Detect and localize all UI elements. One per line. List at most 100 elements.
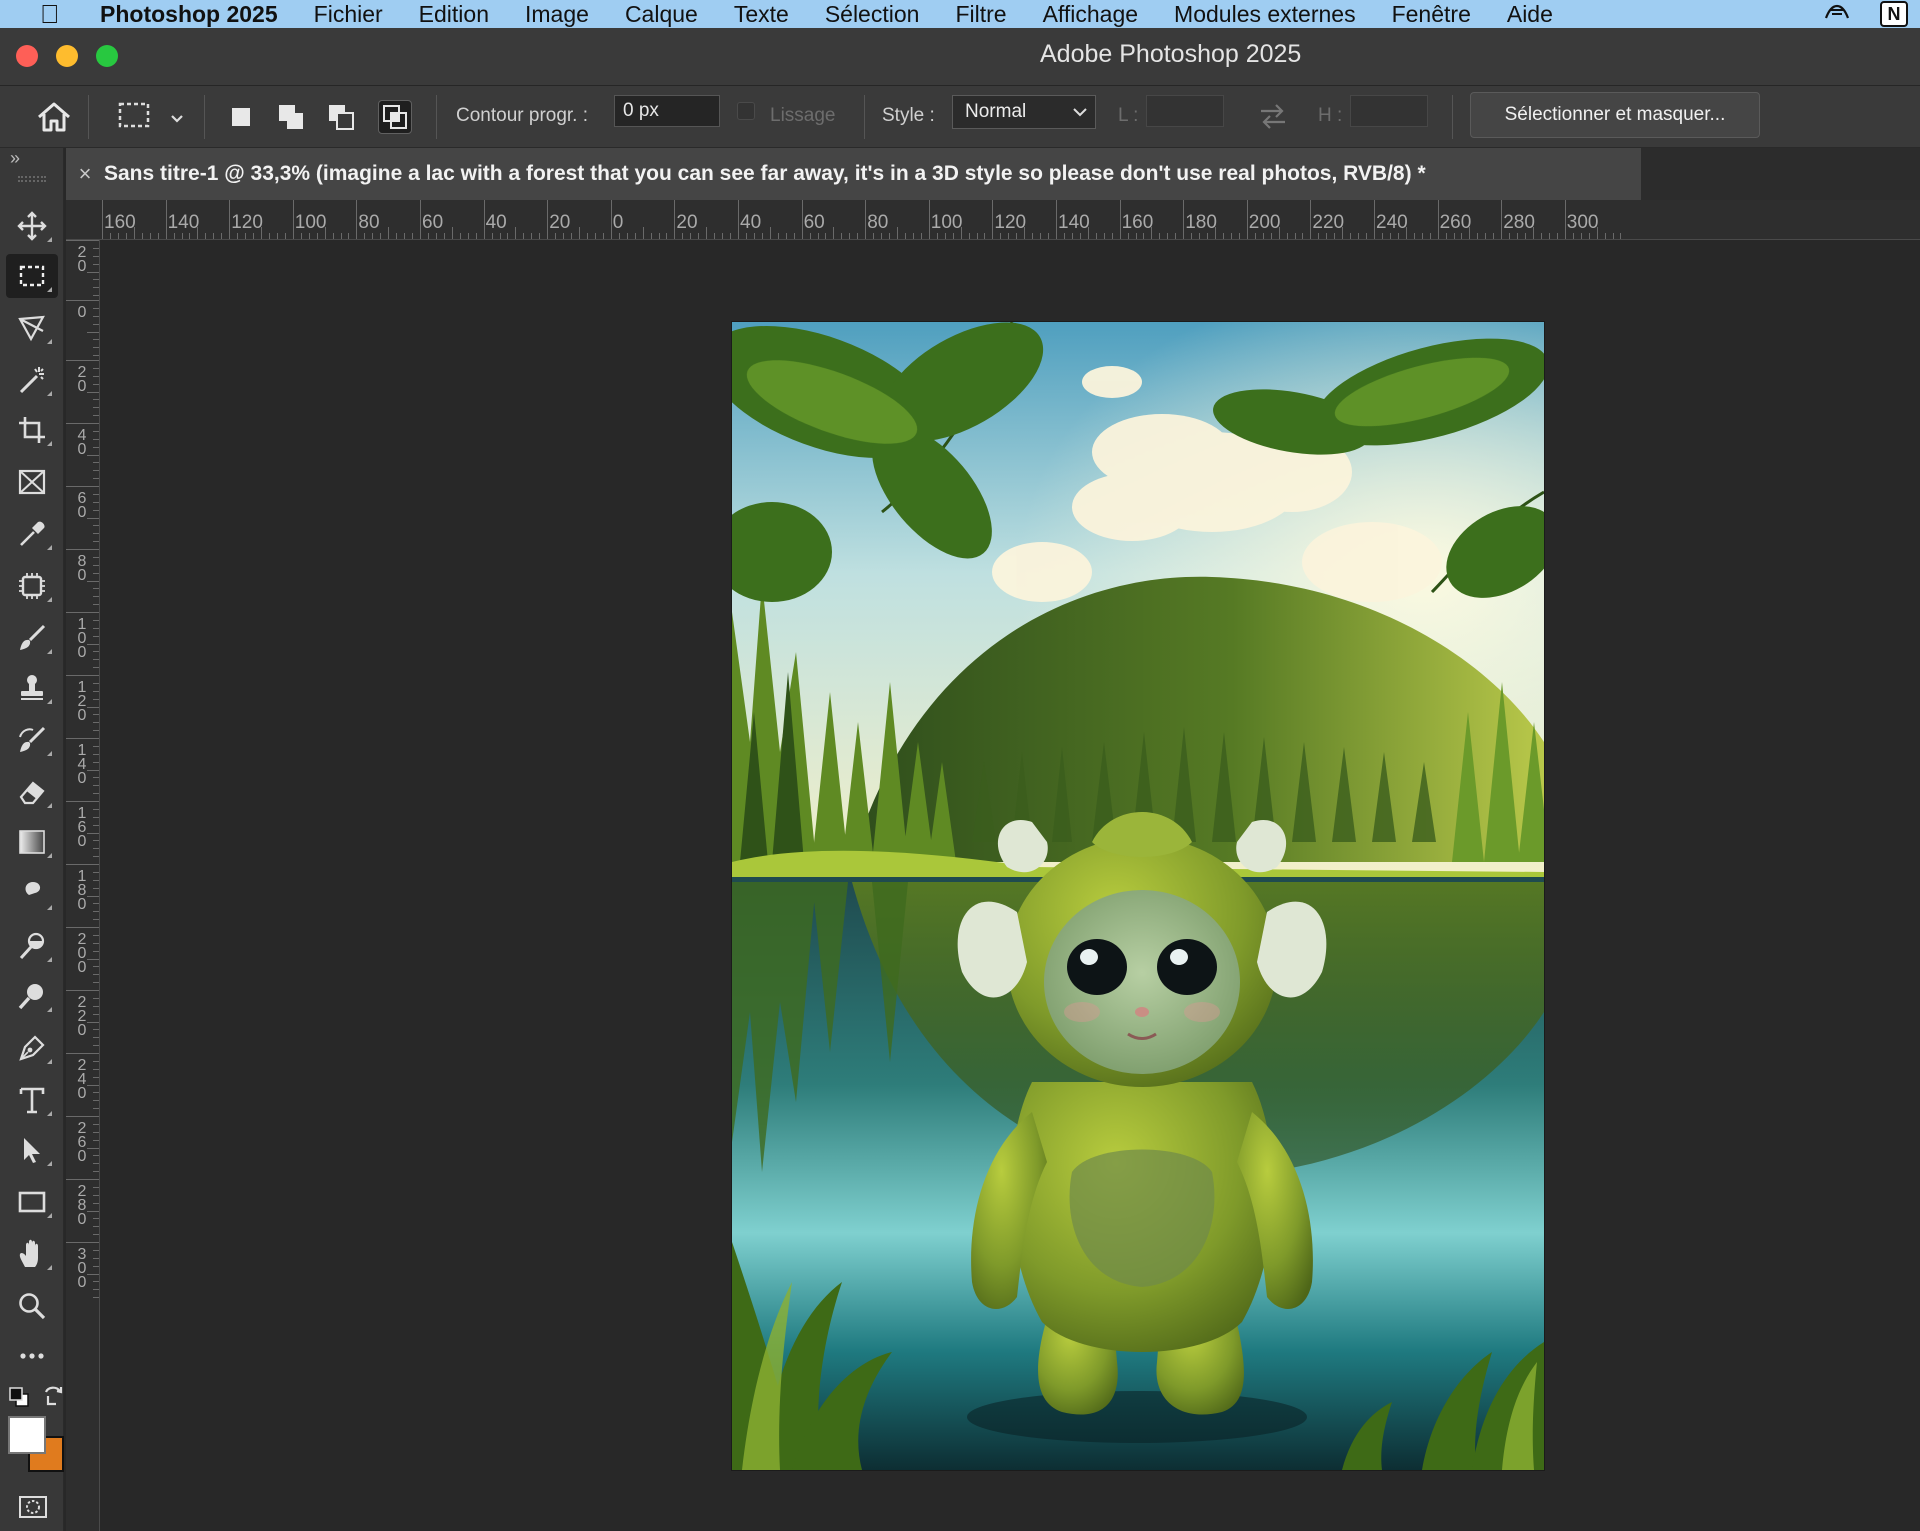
close-tab-icon[interactable]: ×: [66, 161, 104, 187]
antialias-checkbox[interactable]: [737, 102, 755, 120]
blur-tool[interactable]: [6, 872, 58, 916]
ruler-minor-tick: [93, 1257, 99, 1259]
close-window-button[interactable]: [16, 45, 38, 67]
pen-tool[interactable]: [6, 1026, 58, 1070]
history-brush-icon: [19, 726, 46, 752]
marquee-preset-picker[interactable]: [116, 100, 186, 140]
ruler-minor-tick: [93, 777, 99, 779]
frame-tool[interactable]: [6, 460, 58, 504]
panel-grip[interactable]: [18, 176, 46, 182]
ruler-minor-tick: [1095, 233, 1097, 239]
swap-width-height-button[interactable]: [1258, 102, 1288, 136]
ruler-minor-tick: [968, 233, 970, 239]
crop-tool[interactable]: [6, 408, 58, 452]
ruler-major-tick: [66, 1179, 99, 1180]
menu-edition[interactable]: Edition: [419, 1, 489, 28]
subtract-from-selection-button[interactable]: [324, 100, 358, 134]
ruler-minor-tick: [857, 233, 859, 239]
style-select[interactable]: Normal: [952, 95, 1096, 129]
ruler-minor-tick: [93, 541, 99, 543]
history-brush-tool[interactable]: [6, 718, 58, 762]
spot-healing-tool[interactable]: [6, 564, 58, 608]
move-tool[interactable]: [6, 204, 58, 248]
dodge-tool[interactable]: [6, 924, 58, 968]
menu-image[interactable]: Image: [525, 1, 589, 28]
ruler-major-tick: [420, 200, 421, 239]
arrow-icon: [24, 1138, 40, 1163]
expand-panels-icon[interactable]: »: [10, 148, 20, 169]
lasso-tool[interactable]: [6, 306, 58, 350]
zoom-tool[interactable]: [6, 1284, 58, 1328]
ruler-minor-tick: [93, 438, 99, 440]
menu-fenetre[interactable]: Fenêtre: [1392, 1, 1471, 28]
ruler-minor-tick: [93, 307, 99, 309]
path-selection-tool[interactable]: [6, 1128, 58, 1172]
ruler-minor-tick: [87, 331, 99, 333]
quick-mask-button[interactable]: [18, 1494, 48, 1525]
eraser-tool[interactable]: [6, 770, 58, 814]
ruler-minor-tick: [93, 659, 99, 661]
ruler-minor-tick: [475, 233, 477, 239]
ruler-minor-tick: [658, 233, 660, 239]
ruler-minor-tick: [93, 682, 99, 684]
horizontal-ruler[interactable]: 160 140 120 100 80 60 40 20 0 20 40 60 80 100 120 140 16…: [66, 200, 1920, 240]
ruler-minor-tick: [1540, 233, 1542, 239]
zoom-lens-tool[interactable]: [6, 974, 58, 1018]
feather-input[interactable]: 0 px: [614, 95, 720, 127]
ruler-minor-tick: [93, 698, 99, 700]
more-tools-button[interactable]: [6, 1334, 58, 1378]
swap-colors-icon[interactable]: [42, 1384, 66, 1413]
apple-icon[interactable]: : [0, 0, 100, 28]
select-and-mask-button[interactable]: Sélectionner et masquer...: [1470, 92, 1760, 138]
ruler-minor-tick: [451, 227, 453, 239]
healing-icon: [19, 573, 45, 599]
canvas-area[interactable]: [100, 240, 1920, 1531]
ruler-minor-tick: [93, 339, 99, 341]
ruler-minor-tick: [93, 1297, 99, 1299]
vertical-ruler[interactable]: 20 0 20 40 60 80 100 120 140 160 180 200 220 240 260 28…: [66, 240, 100, 1531]
ruler-minor-tick: [1366, 233, 1368, 239]
ruler-major-tick: [66, 927, 99, 928]
brush-tool[interactable]: [6, 616, 58, 660]
options-bar: Contour progr. : 0 px Lissage Style : No…: [0, 86, 1920, 148]
zoom-window-button[interactable]: [96, 45, 118, 67]
width-input[interactable]: [1146, 95, 1224, 127]
magic-wand-tool[interactable]: [6, 358, 58, 402]
minimize-window-button[interactable]: [56, 45, 78, 67]
height-input[interactable]: [1350, 95, 1428, 127]
eyedropper-tool[interactable]: [6, 512, 58, 556]
rectangle-tool[interactable]: [6, 1180, 58, 1224]
home-button[interactable]: [34, 100, 74, 140]
notion-icon[interactable]: N: [1880, 1, 1908, 27]
menu-affichage[interactable]: Affichage: [1043, 1, 1138, 28]
ruler-major-tick: [992, 200, 994, 239]
swap-icon: [1261, 104, 1285, 129]
hand-tool[interactable]: [6, 1232, 58, 1276]
add-to-selection-button[interactable]: [274, 100, 308, 134]
rectangular-marquee-tool[interactable]: [6, 254, 58, 298]
default-colors-icon[interactable]: [8, 1386, 30, 1413]
foreground-color-swatch[interactable]: [8, 1416, 46, 1454]
menu-app-name[interactable]: Photoshop 2025: [100, 1, 278, 28]
document-artwork[interactable]: [732, 322, 1544, 1470]
ruler-minor-tick: [897, 227, 898, 239]
ruler-minor-tick: [1421, 233, 1423, 239]
gradient-tool[interactable]: [6, 820, 58, 864]
ruler-minor-tick: [93, 501, 99, 503]
menu-modules-externes[interactable]: Modules externes: [1174, 1, 1356, 28]
ruler-minor-tick: [93, 1234, 99, 1236]
ruler-minor-tick: [93, 1155, 99, 1157]
menu-texte[interactable]: Texte: [734, 1, 789, 28]
document-tab[interactable]: × Sans titre-1 @ 33,3% (imagine a lac wi…: [66, 148, 1641, 200]
intersect-selection-button[interactable]: [378, 100, 412, 134]
stripe-extension-icon[interactable]: [1822, 0, 1852, 30]
new-selection-button[interactable]: [224, 100, 258, 134]
menu-aide[interactable]: Aide: [1507, 1, 1553, 28]
style-label: Style :: [882, 105, 935, 126]
menu-selection[interactable]: Sélection: [825, 1, 920, 28]
type-tool[interactable]: [6, 1078, 58, 1122]
menu-calque[interactable]: Calque: [625, 1, 698, 28]
clone-stamp-tool[interactable]: [6, 666, 58, 710]
menu-fichier[interactable]: Fichier: [314, 1, 383, 28]
menu-filtre[interactable]: Filtre: [955, 1, 1006, 28]
